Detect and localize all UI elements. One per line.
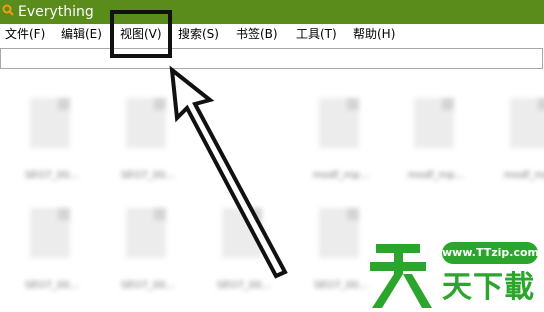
watermark-logo-icon — [370, 244, 432, 308]
watermark: www.TTzip.com 天下載 — [370, 238, 544, 312]
watermark-url: www.TTzip.com — [442, 242, 539, 264]
watermark-text: 天下載 — [442, 270, 535, 305]
